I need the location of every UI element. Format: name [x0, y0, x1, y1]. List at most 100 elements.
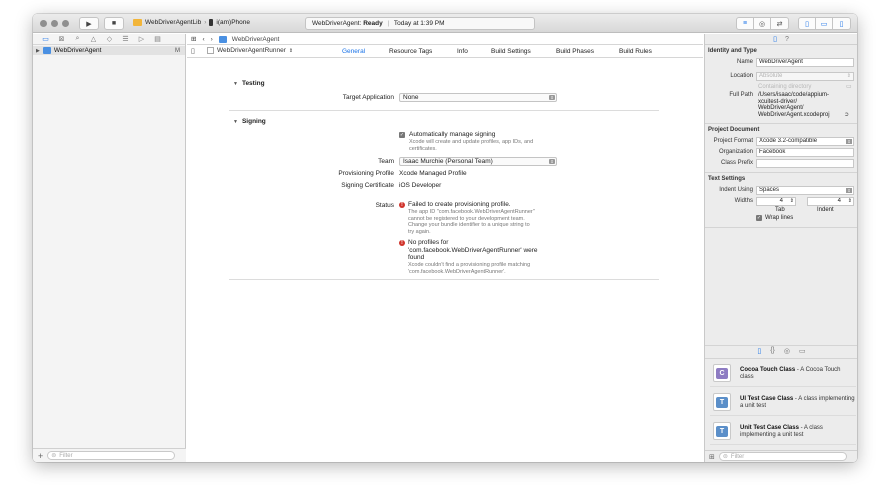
- project-document-title: Project Document: [708, 127, 760, 133]
- media-library-icon[interactable]: ▭: [799, 347, 806, 357]
- version-editor-icon[interactable]: ⇄: [771, 18, 788, 29]
- breadcrumb[interactable]: WebDriverAgent: [232, 36, 280, 43]
- organization-label: Organization: [718, 149, 753, 155]
- filter-placeholder: Filter: [730, 453, 745, 460]
- team-popup[interactable]: Isaac Murchie (Personal Team) ⇕: [399, 157, 557, 166]
- tab-build-phases[interactable]: Build Phases: [556, 48, 594, 55]
- back-icon[interactable]: ‹: [202, 36, 204, 43]
- inspector-divider: [705, 172, 857, 173]
- disclosure-triangle-icon[interactable]: ▼: [233, 119, 238, 125]
- organization-field[interactable]: Facebook: [756, 148, 854, 157]
- class-prefix-field[interactable]: [756, 159, 854, 168]
- auto-signing-checkbox[interactable]: ✓: [399, 132, 405, 138]
- filter-placeholder: Filter: [59, 452, 73, 459]
- library-divider: [705, 358, 857, 359]
- source-control-icon[interactable]: ⊠: [57, 35, 66, 43]
- project-icon: [218, 35, 227, 43]
- chevron-updown-icon: ⇕: [288, 47, 294, 54]
- testing-section-header[interactable]: ▼ Testing: [233, 80, 265, 87]
- tab-general[interactable]: General: [342, 48, 365, 55]
- forward-icon[interactable]: ›: [211, 36, 213, 43]
- name-field[interactable]: WebDriverAgent: [756, 58, 854, 67]
- text-settings-title: Text Settings: [708, 176, 746, 182]
- stop-button[interactable]: ■: [104, 17, 124, 30]
- inspector-divider: [705, 227, 857, 228]
- play-icon: ▶: [86, 20, 92, 28]
- signing-certificate-value: iOS Developer: [399, 182, 442, 189]
- tab-build-rules[interactable]: Build Rules: [619, 48, 652, 55]
- status-divider: |: [387, 20, 390, 27]
- library-item-ui-test-case-class[interactable]: T UI Test Case Class - A class implement…: [710, 390, 856, 416]
- add-icon[interactable]: +: [38, 451, 43, 461]
- navigator-toggle-icon[interactable]: ▯: [799, 18, 816, 29]
- quick-help-icon[interactable]: ?: [785, 36, 789, 43]
- target-selector[interactable]: WebDriverAgentRunner ⇕: [207, 47, 293, 54]
- disclosure-triangle-icon[interactable]: ▼: [233, 81, 238, 87]
- indent-using-popup[interactable]: Spaces ⇕: [756, 186, 854, 195]
- indent-using-label: Indent Using: [719, 187, 753, 193]
- project-format-popup[interactable]: Xcode 3.2-compatible ⇕: [756, 137, 854, 146]
- containing-directory: Containing directory: [758, 84, 812, 90]
- tab-resource-tags[interactable]: Resource Tags: [389, 48, 432, 55]
- target-application-popup[interactable]: None ⇕: [399, 93, 557, 102]
- iphone-icon: [209, 19, 214, 26]
- tab-build-settings[interactable]: Build Settings: [491, 48, 531, 55]
- tab-info[interactable]: Info: [457, 48, 468, 55]
- debug-area-toggle-icon[interactable]: ▭: [816, 18, 833, 29]
- folder-icon[interactable]: ▭: [41, 35, 50, 43]
- navigator-filter-input[interactable]: ⊜ Filter: [47, 451, 176, 460]
- scheme-selector[interactable]: WebDriverAgentLib › i(am)Phone: [133, 19, 250, 26]
- zoom-window-button[interactable]: [62, 20, 69, 27]
- run-button[interactable]: ▶: [79, 17, 99, 30]
- navigator-filter-bar: + ⊜ Filter: [33, 448, 186, 462]
- grid-view-icon[interactable]: ⊞: [709, 453, 715, 461]
- library-selector-bar: ▯ {} ◎ ▭: [705, 347, 857, 357]
- object-library-icon[interactable]: ◎: [784, 347, 790, 357]
- library-item-unit-test-case-class[interactable]: T Unit Test Case Class - A class impleme…: [710, 419, 856, 445]
- chevron-updown-icon: ⇕: [549, 95, 555, 100]
- section-divider: [229, 279, 659, 280]
- warning-icon[interactable]: △: [89, 35, 98, 43]
- error1-title: Failed to create provisioning profile.: [408, 201, 511, 208]
- search-icon[interactable]: ⌕: [73, 35, 82, 43]
- stepper-icon[interactable]: ⇕: [790, 198, 794, 205]
- project-icon: [42, 47, 51, 54]
- file-inspector-icon[interactable]: ▯: [773, 35, 777, 43]
- settings-tab-bar: ▯ WebDriverAgentRunner ⇕ General Resourc…: [187, 45, 703, 58]
- signing-section-header[interactable]: ▼ Signing: [233, 118, 266, 125]
- library-item-cocoa-touch-class[interactable]: C Cocoa Touch Class - A Cocoa Touch clas…: [710, 361, 856, 387]
- sidebar-toggle-icon[interactable]: ▯: [191, 47, 195, 55]
- signing-title: Signing: [241, 118, 266, 125]
- activity-status: WebDriverAgent: Ready | Today at 1:39 PM: [305, 17, 535, 30]
- stepper-icon[interactable]: ⇕: [848, 198, 852, 205]
- wrap-lines-checkbox[interactable]: ✓: [756, 215, 762, 221]
- indent-width-field[interactable]: 4 ⇕: [807, 197, 854, 206]
- tab-width-field[interactable]: 4 ⇕: [756, 197, 796, 206]
- assistant-editor-icon[interactable]: ◎: [754, 18, 771, 29]
- reveal-arrow-icon[interactable]: ➲: [844, 111, 849, 118]
- test-icon[interactable]: ◇: [105, 35, 114, 43]
- project-tree-item[interactable]: ▶ WebDriverAgent M: [33, 46, 185, 55]
- close-window-button[interactable]: [40, 20, 47, 27]
- debug-icon[interactable]: ☰: [121, 35, 130, 43]
- report-icon[interactable]: ▤: [153, 35, 162, 43]
- folder-icon[interactable]: ▭: [846, 83, 852, 90]
- code-snippet-icon[interactable]: {}: [770, 347, 775, 357]
- target-icon: [207, 47, 214, 54]
- file-template-icon[interactable]: ▯: [757, 347, 761, 357]
- standard-editor-icon[interactable]: ≡: [737, 18, 754, 29]
- toolbar: ▶ ■ WebDriverAgentLib › i(am)Phone WebDr…: [33, 14, 857, 33]
- library-filter-input[interactable]: ⊜ Filter: [718, 452, 847, 461]
- disclosure-triangle-icon[interactable]: ▶: [36, 48, 40, 54]
- stop-icon: ■: [111, 20, 117, 27]
- status-app: WebDriverAgent:: [312, 20, 362, 27]
- related-items-icon[interactable]: ⊞: [191, 35, 196, 43]
- project-format-value: Xcode 3.2-compatible: [759, 138, 818, 144]
- name-label: Name: [736, 59, 753, 65]
- minimize-window-button[interactable]: [51, 20, 58, 27]
- navigator-selector-bar: ▭ ⊠ ⌕ △ ◇ ☰ ▷ ▤: [33, 34, 185, 45]
- project-format-label: Project Format: [713, 138, 753, 144]
- breakpoint-icon[interactable]: ▷: [137, 35, 146, 43]
- inspector-toggle-icon[interactable]: ▯: [833, 18, 850, 29]
- location-popup[interactable]: Absolute ⇕: [756, 72, 854, 81]
